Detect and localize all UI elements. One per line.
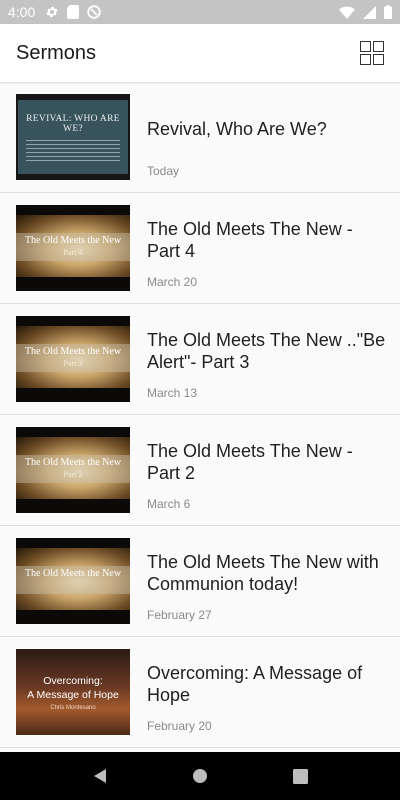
- sermon-title: The Old Meets The New with Communion tod…: [147, 552, 379, 594]
- sermon-title: The Old Meets The New - Part 2: [147, 441, 353, 483]
- grid-view-icon[interactable]: [360, 41, 384, 65]
- signal-icon: [363, 5, 376, 19]
- sermon-title: The Old Meets The New .."Be Alert"- Part…: [147, 330, 386, 372]
- sermon-date: March 13: [147, 386, 198, 400]
- sermon-item[interactable]: Overcoming: A Message of Hope Chris Mont…: [0, 637, 400, 748]
- do-not-disturb-icon: [87, 5, 101, 19]
- thumbnail-caption: The Old Meets the New: [24, 568, 122, 579]
- status-bar: 4:00: [0, 0, 400, 24]
- back-icon[interactable]: [76, 752, 124, 800]
- battery-icon: [384, 5, 392, 19]
- sermon-date: February 27: [147, 608, 212, 622]
- sermon-thumbnail: The Old Meets the New Part 4: [16, 205, 130, 291]
- thumbnail-caption: Overcoming:: [43, 675, 103, 687]
- sermon-thumbnail: The Old Meets the New Part 3: [16, 316, 130, 402]
- sermon-list: REVIVAL: WHO ARE WE? Revival, Who Are We…: [0, 82, 400, 752]
- thumbnail-caption: The Old Meets the New: [24, 235, 122, 246]
- thumbnail-caption: REVIVAL: WHO ARE WE?: [26, 114, 120, 134]
- thumbnail-caption: A Message of Hope: [27, 689, 119, 701]
- status-icons-right: [339, 5, 392, 19]
- thumbnail-caption: The Old Meets the New: [24, 457, 122, 468]
- sermon-item[interactable]: The Old Meets the New Part 3 The Old Mee…: [0, 304, 400, 415]
- wifi-icon: [339, 5, 355, 19]
- sermon-title: Revival, Who Are We?: [147, 119, 327, 139]
- sim-card-icon: [67, 5, 80, 19]
- sermon-thumbnail: REVIVAL: WHO ARE WE?: [16, 94, 130, 180]
- thumbnail-byline: Chris Montesano: [50, 705, 96, 711]
- sermon-thumbnail: Overcoming: A Message of Hope Chris Mont…: [16, 649, 130, 735]
- sermon-date: March 6: [147, 497, 191, 511]
- app-bar: Sermons: [0, 24, 400, 82]
- sermon-item[interactable]: The Old Meets the New Part 2 The Old Mee…: [0, 415, 400, 526]
- home-icon[interactable]: [176, 752, 224, 800]
- sermon-thumbnail: The Old Meets the New Part 2: [16, 427, 130, 513]
- navigation-bar: [0, 752, 400, 800]
- page-title: Sermons: [16, 41, 97, 64]
- thumbnail-caption: The Old Meets the New: [24, 346, 122, 357]
- status-icons-left: [45, 5, 101, 19]
- sermon-date: February 20: [147, 719, 212, 733]
- sermon-title: The Old Meets The New - Part 4: [147, 219, 353, 261]
- thumbnail-subcaption: Part 4: [63, 248, 83, 257]
- gear-icon: [45, 5, 59, 19]
- sermon-title: Overcoming: A Message of Hope: [147, 663, 363, 705]
- sermon-item[interactable]: REVIVAL: WHO ARE WE? Revival, Who Are We…: [0, 82, 400, 193]
- sermon-item[interactable]: The Old Meets the New The Old Meets The …: [0, 526, 400, 637]
- status-time: 4:00: [8, 4, 36, 20]
- recents-icon[interactable]: [276, 752, 324, 800]
- sermon-date: Today: [147, 164, 180, 178]
- thumbnail-subcaption: Part 2: [63, 470, 83, 479]
- sermon-item[interactable]: The Old Meets the New Part 4 The Old Mee…: [0, 193, 400, 304]
- sermon-thumbnail: The Old Meets the New: [16, 538, 130, 624]
- sermon-date: March 20: [147, 275, 198, 289]
- thumbnail-subcaption: Part 3: [63, 359, 83, 368]
